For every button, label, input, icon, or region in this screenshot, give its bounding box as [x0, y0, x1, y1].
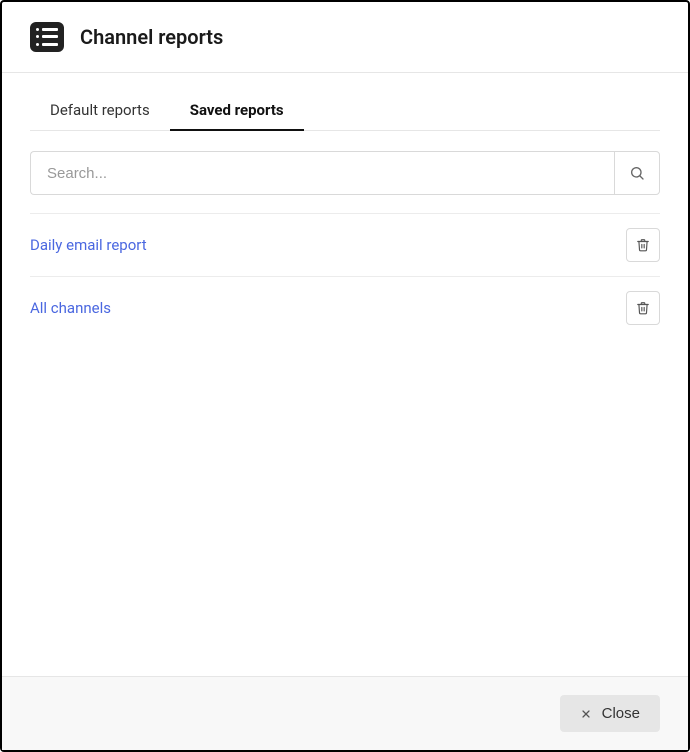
list-item: All channels [30, 276, 660, 339]
tabs: Default reports Saved reports [30, 93, 660, 131]
search-button[interactable] [614, 151, 660, 195]
close-button[interactable]: Close [560, 695, 660, 732]
trash-icon [636, 238, 650, 252]
report-link[interactable]: Daily email report [30, 236, 147, 254]
search-icon [629, 165, 645, 181]
search-row [30, 151, 660, 195]
close-button-label: Close [602, 705, 640, 722]
modal-body: Default reports Saved reports Daily emai… [2, 73, 688, 676]
tab-default-reports[interactable]: Default reports [30, 93, 170, 131]
modal-footer: Close [2, 676, 688, 750]
delete-report-button[interactable] [626, 228, 660, 262]
close-icon [580, 708, 592, 720]
list-icon [30, 22, 64, 52]
search-input[interactable] [30, 151, 614, 195]
modal-title: Channel reports [80, 25, 223, 49]
report-link[interactable]: All channels [30, 299, 111, 317]
list-item: Daily email report [30, 213, 660, 276]
saved-reports-list: Daily email report All channels [30, 213, 660, 339]
modal-header: Channel reports [2, 2, 688, 73]
trash-icon [636, 301, 650, 315]
tab-saved-reports[interactable]: Saved reports [170, 93, 304, 131]
channel-reports-modal: Channel reports Default reports Saved re… [0, 0, 690, 752]
delete-report-button[interactable] [626, 291, 660, 325]
